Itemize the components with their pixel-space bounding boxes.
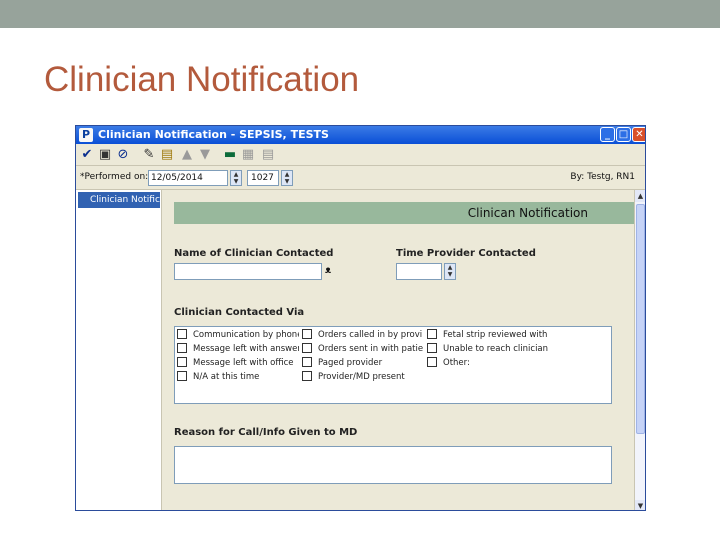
option-communication-by-phone[interactable]: Communication by phone xyxy=(177,329,299,341)
toolbar: ✔ ▣ ⊘ ✎ ▤ ▲ ▼ ▬ ▦ ▤ xyxy=(76,144,645,166)
checkbox[interactable] xyxy=(427,357,437,367)
close-button[interactable]: ✕ xyxy=(632,127,645,142)
checkbox[interactable] xyxy=(177,371,187,381)
slide-title: Clinician Notification xyxy=(44,60,360,99)
app-icon: P xyxy=(79,128,93,142)
checkbox[interactable] xyxy=(177,357,187,367)
scroll-up-icon[interactable]: ▲ xyxy=(635,190,645,202)
binoculars-icon[interactable]: ᴥ xyxy=(325,265,331,276)
option-na-at-this-time[interactable]: N/A at this time xyxy=(177,371,299,383)
checkbox[interactable] xyxy=(177,329,187,339)
check-icon[interactable]: ✔ xyxy=(79,147,95,163)
checkbox[interactable] xyxy=(302,329,312,339)
performed-date-input[interactable]: 12/05/2014 xyxy=(148,170,228,186)
window-title: Clinician Notification - SEPSIS, TESTS xyxy=(98,128,329,141)
slide-top-band xyxy=(0,0,720,28)
form-panel: Clinican Notification Name of Clinician … xyxy=(162,190,634,510)
option-other[interactable]: Other: xyxy=(427,357,549,369)
clinician-notification-window: P Clinician Notification - SEPSIS, TESTS… xyxy=(75,125,646,511)
window-titlebar[interactable]: P Clinician Notification - SEPSIS, TESTS… xyxy=(76,126,645,144)
form-header: Clinican Notification xyxy=(174,202,634,224)
flowsheet-icon[interactable]: ▤ xyxy=(159,147,175,163)
grid-icon[interactable]: ▦ xyxy=(240,147,256,163)
up-arrow-icon[interactable]: ▲ xyxy=(179,147,195,163)
option-message-left-with-office[interactable]: Message left with office xyxy=(177,357,299,369)
save-icon[interactable]: ▣ xyxy=(97,147,113,163)
checkbox[interactable] xyxy=(302,371,312,381)
time-contacted-input[interactable] xyxy=(396,263,442,280)
monitor-icon[interactable]: ▬ xyxy=(222,147,238,163)
performed-time-input[interactable]: 1027 xyxy=(247,170,279,186)
checkbox[interactable] xyxy=(427,343,437,353)
scroll-down-icon[interactable]: ▼ xyxy=(635,500,645,510)
option-unable-to-reach[interactable]: Unable to reach clinician xyxy=(427,343,549,355)
option-fetal-strip-reviewed[interactable]: Fetal strip reviewed with xyxy=(427,329,549,341)
maximize-button[interactable]: □ xyxy=(616,127,631,142)
option-provider-md-present[interactable]: Provider/MD present xyxy=(302,371,424,383)
option-message-left-with-answering[interactable]: Message left with answeri xyxy=(177,343,299,355)
time-contacted-spinner[interactable]: ▲ ▼ xyxy=(444,263,456,280)
contacted-via-box: Communication by phone Message left with… xyxy=(174,326,612,404)
pen-icon[interactable]: ✎ xyxy=(141,147,157,163)
checkbox[interactable] xyxy=(427,329,437,339)
date-spinner[interactable]: ▲ ▼ xyxy=(230,170,242,186)
cancel-icon[interactable]: ⊘ xyxy=(115,147,131,163)
time-spinner[interactable]: ▲ ▼ xyxy=(281,170,293,186)
minimize-button[interactable]: _ xyxy=(600,127,615,142)
document-icon[interactable]: ▤ xyxy=(260,147,276,163)
vertical-scrollbar[interactable]: ▲ ▼ xyxy=(634,190,645,510)
time-contacted-label: Time Provider Contacted xyxy=(396,248,536,259)
reason-label: Reason for Call/Info Given to MD xyxy=(174,427,358,438)
contacted-via-label: Clinician Contacted Via xyxy=(174,307,305,318)
form-title: Clinican Notification xyxy=(467,206,588,220)
clinician-name-input[interactable] xyxy=(174,263,322,280)
clinician-name-label: Name of Clinician Contacted xyxy=(174,248,334,259)
option-orders-sent-in[interactable]: Orders sent in with patie xyxy=(302,343,424,355)
checkbox[interactable] xyxy=(302,357,312,367)
reason-textarea[interactable] xyxy=(174,446,612,484)
down-arrow-icon[interactable]: ▼ xyxy=(197,147,213,163)
option-orders-called-in[interactable]: Orders called in by provi xyxy=(302,329,424,341)
option-paged-provider[interactable]: Paged provider xyxy=(302,357,424,369)
performed-on-label: *Performed on: xyxy=(80,172,149,182)
performed-bar: *Performed on: 12/05/2014 ▲ ▼ 1027 ▲ ▼ By:… xyxy=(76,166,645,190)
nav-item-clinician-notification[interactable]: Clinician Notificati xyxy=(78,192,160,208)
checkbox[interactable] xyxy=(177,343,187,353)
performed-by-text: By: Testg, RN1 xyxy=(570,172,635,182)
checkbox[interactable] xyxy=(302,343,312,353)
section-navigator: Clinician Notificati xyxy=(76,190,162,510)
scroll-thumb[interactable] xyxy=(636,204,645,434)
